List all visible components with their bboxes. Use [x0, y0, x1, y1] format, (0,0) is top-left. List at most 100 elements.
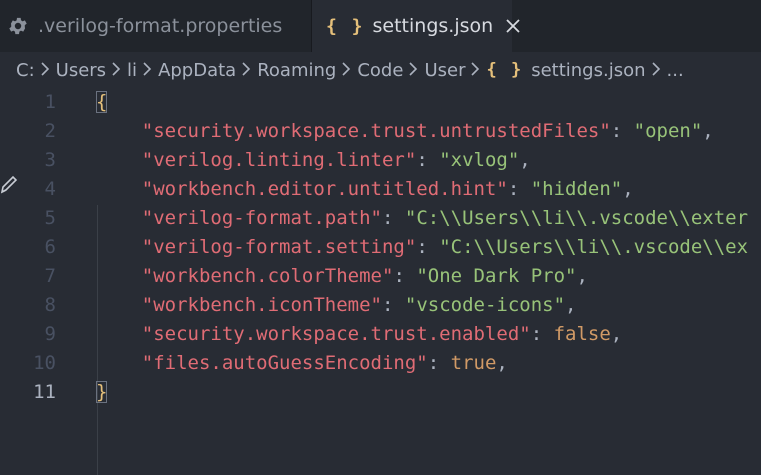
code-token: "C:\\Users\\li\\.vscode\\exter — [404, 207, 749, 229]
line-code: "verilog-format.setting": "C:\\Users\\li… — [96, 233, 748, 262]
json-braces-icon: { } — [326, 15, 365, 37]
breadcrumb-item[interactable]: Users — [56, 60, 106, 81]
code-token: "open" — [633, 120, 703, 142]
line-code: } — [96, 378, 108, 407]
code-line[interactable]: 9 "security.workspace.trust.enabled": fa… — [0, 320, 761, 349]
chevron-right-icon — [471, 60, 480, 81]
line-number: 1 — [44, 91, 56, 113]
code-token: "files.autoGuessEncoding" — [141, 352, 428, 374]
line-code: "security.workspace.trust.enabled": fals… — [96, 320, 622, 349]
code-token: "xvlog" — [439, 149, 520, 171]
chevron-right-icon — [41, 60, 50, 81]
breadcrumb-item[interactable]: C: — [16, 60, 35, 81]
line-number: 9 — [44, 323, 56, 345]
chevron-right-icon — [342, 60, 351, 81]
chevron-right-icon — [242, 60, 251, 81]
code-token: , — [622, 178, 634, 200]
line-code: "verilog-format.path": "C:\\Users\\li\\.… — [96, 204, 748, 233]
tab-settings-json[interactable]: { } settings.json — [312, 0, 520, 52]
code-token: , — [519, 149, 531, 171]
code-token: "workbench.colorTheme" — [141, 265, 394, 287]
line-code: "workbench.colorTheme": "One Dark Pro", — [96, 262, 588, 291]
code-token: "vscode-icons" — [404, 294, 566, 316]
code-token: : — [381, 207, 405, 229]
code-line[interactable]: 7 "workbench.colorTheme": "One Dark Pro"… — [0, 262, 761, 291]
code-token: "security.workspace.trust.enabled" — [141, 323, 531, 345]
breadcrumb: C: Users li AppData Roaming Code User { … — [0, 52, 761, 88]
line-number: 2 — [44, 120, 56, 142]
breadcrumb-item[interactable]: Roaming — [257, 60, 336, 81]
code-line[interactable]: 2 "security.workspace.trust.untrustedFil… — [0, 117, 761, 146]
line-number: 5 — [44, 207, 56, 229]
line-code: { — [96, 88, 108, 117]
line-code: "workbench.iconTheme": "vscode-icons", — [96, 291, 577, 320]
code-token: "verilog-format.setting" — [141, 236, 417, 258]
code-token: "workbench.editor.untitled.hint" — [141, 178, 508, 200]
line-number: 11 — [33, 381, 56, 403]
line-number: 7 — [44, 265, 56, 287]
code-line[interactable]: 4 "workbench.editor.untitled.hint": "hid… — [0, 175, 761, 204]
chevron-right-icon — [409, 60, 418, 81]
code-token: "security.workspace.trust.untrustedFiles… — [141, 120, 611, 142]
breadcrumb-item[interactable]: User — [424, 60, 465, 81]
chevron-right-icon — [112, 60, 121, 81]
chevron-right-icon — [651, 60, 661, 81]
line-code: "security.workspace.trust.untrustedFiles… — [96, 117, 714, 146]
json-braces-icon: { } — [486, 60, 524, 80]
code-token: , — [496, 352, 508, 374]
code-line[interactable]: 11} — [0, 378, 761, 407]
tab-verilog-format-properties[interactable]: .verilog-format.properties — [0, 0, 312, 52]
line-number: 3 — [44, 149, 56, 171]
code-token: "workbench.iconTheme" — [141, 294, 382, 316]
code-token: , — [702, 120, 714, 142]
line-number: 8 — [44, 294, 56, 316]
code-token: true — [450, 352, 497, 374]
code-token: "C:\\Users\\li\\.vscode\\ex — [439, 236, 749, 258]
code-editor[interactable]: 1{2 "security.workspace.trust.untrustedF… — [0, 88, 761, 475]
tab-label: .verilog-format.properties — [38, 15, 283, 37]
code-line[interactable]: 10 "files.autoGuessEncoding": true, — [0, 349, 761, 378]
code-token: , — [576, 265, 588, 287]
gear-icon — [6, 14, 30, 38]
code-line[interactable]: 5 "verilog-format.path": "C:\\Users\\li\… — [0, 204, 761, 233]
line-code: "workbench.editor.untitled.hint": "hidde… — [96, 175, 634, 204]
code-token: "hidden" — [530, 178, 623, 200]
code-line[interactable]: 6 "verilog-format.setting": "C:\\Users\\… — [0, 233, 761, 262]
breadcrumb-item[interactable]: li — [127, 60, 137, 81]
code-line[interactable]: 8 "workbench.iconTheme": "vscode-icons", — [0, 291, 761, 320]
code-line[interactable]: 1{ — [0, 88, 761, 117]
line-number: 10 — [33, 352, 56, 374]
breadcrumb-item[interactable]: Code — [357, 60, 403, 81]
code-token: { — [96, 91, 108, 113]
code-token: : — [393, 265, 417, 287]
code-token: , — [610, 323, 623, 345]
line-number: 4 — [44, 178, 56, 200]
breadcrumb-ellipsis[interactable]: ... — [667, 60, 684, 81]
code-token: : — [381, 294, 405, 316]
breadcrumb-item[interactable]: settings.json — [531, 60, 645, 81]
code-token: "verilog.linting.linter" — [141, 149, 417, 171]
breadcrumb-item[interactable]: AppData — [158, 60, 236, 81]
line-code: "files.autoGuessEncoding": true, — [96, 349, 508, 378]
code-token: : — [530, 323, 554, 345]
line-code: "verilog.linting.linter": "xvlog", — [96, 146, 531, 175]
chevron-right-icon — [143, 60, 152, 81]
code-token: : — [416, 236, 440, 258]
code-token: "verilog-format.path" — [141, 207, 382, 229]
code-token: , — [565, 294, 577, 316]
code-token: "One Dark Pro" — [416, 265, 577, 287]
line-number: 6 — [44, 236, 56, 258]
close-icon[interactable] — [505, 16, 521, 36]
tab-label: settings.json — [372, 15, 494, 37]
tab-bar: .verilog-format.properties { } settings.… — [0, 0, 761, 52]
code-token: false — [553, 323, 611, 345]
code-line[interactable]: 3 "verilog.linting.linter": "xvlog", — [0, 146, 761, 175]
